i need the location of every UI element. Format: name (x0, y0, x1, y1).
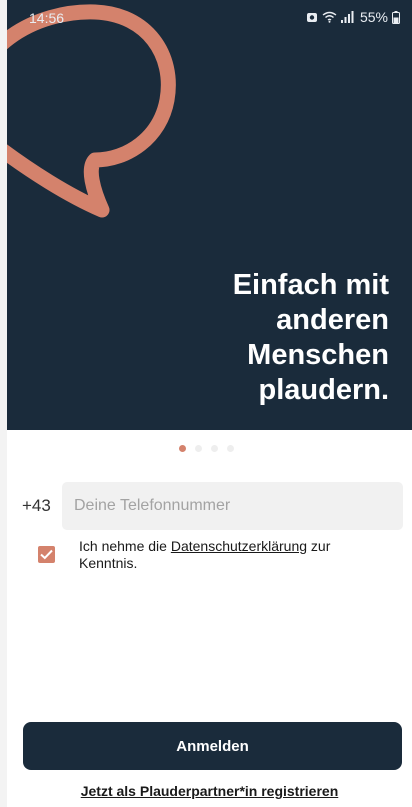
headline-line: anderen (276, 304, 389, 336)
headline-line: Menschen (247, 339, 389, 371)
login-button[interactable]: Anmelden (23, 722, 402, 770)
wifi-icon (322, 11, 337, 23)
battery-icon (392, 10, 400, 24)
pager-dot-2[interactable] (195, 445, 202, 452)
pager-dot-3[interactable] (211, 445, 218, 452)
headline-line: Einfach mit (232, 269, 389, 301)
battery-percentage: 55% (359, 9, 388, 25)
consent-text: Ich nehme die Datenschutzerklärung zur K… (79, 538, 379, 572)
pager-dot-1[interactable] (179, 445, 186, 452)
hero-banner: 14:56 55% Einfach mit anderen Menschen p… (7, 0, 412, 430)
checkmark-icon (40, 549, 53, 560)
carousel-pager (179, 445, 234, 452)
app-screen: 14:56 55% Einfach mit anderen Menschen p… (7, 0, 412, 807)
hero-headline: Einfach mit anderen Menschen plaudern. (89, 268, 389, 408)
country-code: +43 (22, 496, 51, 515)
pager-dot-4[interactable] (227, 445, 234, 452)
consent-checkbox[interactable] (38, 546, 55, 563)
phone-number-input[interactable] (62, 482, 403, 530)
data-saver-icon (306, 13, 317, 22)
signal-icon (340, 11, 354, 23)
headline-line: plaudern. (258, 374, 389, 406)
privacy-policy-link[interactable]: Datenschutzerklärung (171, 538, 307, 554)
status-icons: 55% (306, 9, 400, 25)
status-time: 14:56 (29, 10, 65, 26)
status-bar: 14:56 55% (7, 0, 412, 32)
consent-prefix: Ich nehme die (79, 538, 167, 554)
register-link[interactable]: Jetzt als Plauderpartner*in registrieren (7, 783, 412, 799)
